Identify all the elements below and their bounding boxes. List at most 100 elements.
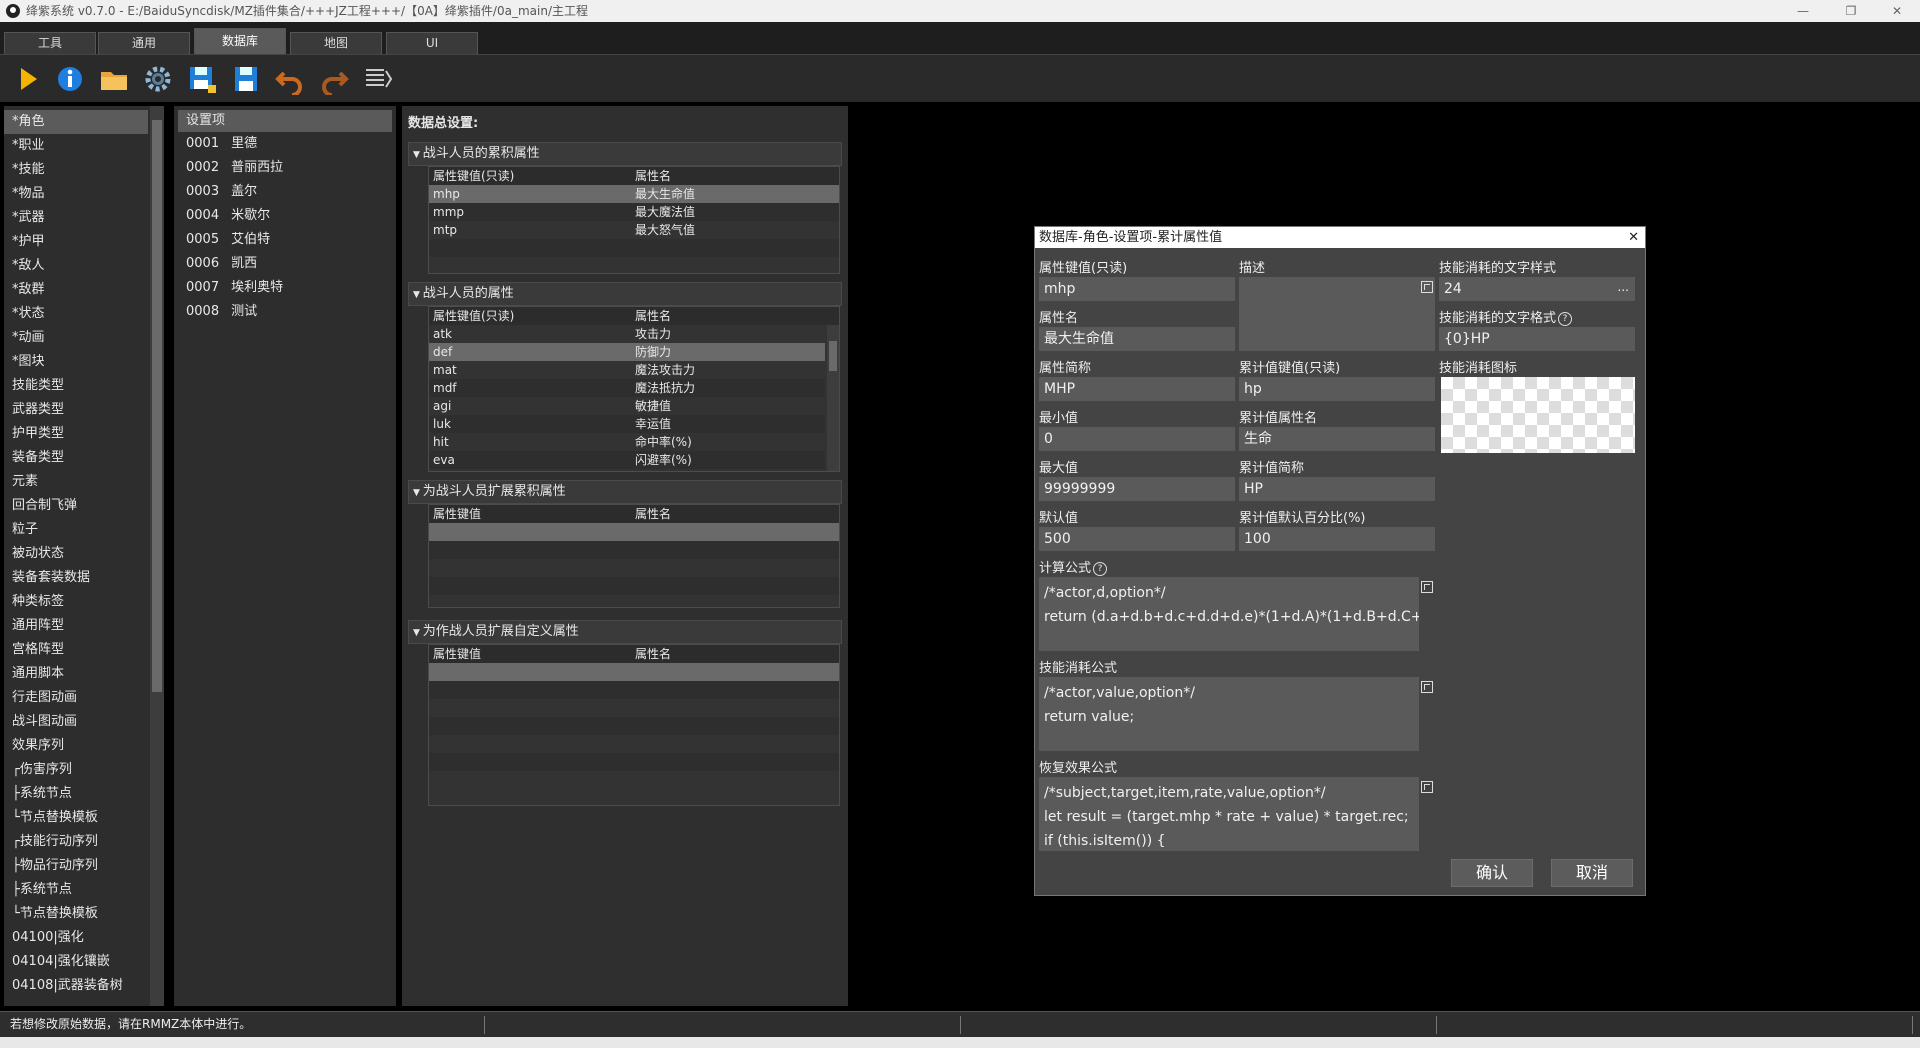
entry-item[interactable]: 0008 测试	[178, 300, 392, 324]
table-row[interactable]	[429, 523, 839, 541]
table-row[interactable]: mtp 最大怒气值	[429, 221, 839, 239]
dialog-close-icon[interactable]: ✕	[1628, 227, 1639, 248]
recover-formula-field[interactable]: /*subject,target,item,rate,value,option*…	[1039, 777, 1419, 851]
category-item[interactable]: 行走图动画	[4, 686, 148, 710]
collapse-arrow-icon[interactable]: ▼	[413, 290, 423, 300]
table-row[interactable]	[429, 699, 839, 717]
tab-tools[interactable]: 工具	[4, 32, 96, 54]
max-field[interactable]: 99999999	[1039, 477, 1235, 501]
category-item[interactable]: 技能类型	[4, 374, 148, 398]
tab-ui[interactable]: UI	[386, 32, 478, 54]
entry-item[interactable]: 0005 艾伯特	[178, 228, 392, 252]
section-header[interactable]: ▼ 为战斗人员扩展累积属性	[408, 480, 842, 504]
grid-column-name[interactable]: 属性名	[635, 505, 671, 523]
acc-abbr-field[interactable]: HP	[1239, 477, 1435, 501]
table-row[interactable]	[429, 559, 839, 577]
category-scroll-thumb[interactable]	[152, 120, 162, 692]
category-item[interactable]: ├系统节点	[4, 878, 148, 902]
table-row[interactable]: mdf 魔法抵抗力	[429, 379, 825, 397]
category-item[interactable]: 种类标签	[4, 590, 148, 614]
restore-button[interactable]: ❐	[1828, 0, 1874, 22]
table-row[interactable]	[429, 681, 839, 699]
table-row[interactable]	[429, 771, 839, 789]
icon-picker[interactable]	[1441, 377, 1635, 453]
entry-item[interactable]: 0001 里德	[178, 132, 392, 156]
section-header[interactable]: ▼ 为作战人员扩展自定义属性	[408, 620, 842, 644]
category-item[interactable]: *物品	[4, 182, 148, 206]
table-row[interactable]: atk 攻击力	[429, 325, 825, 343]
min-field[interactable]: 0	[1039, 427, 1235, 451]
table-row[interactable]	[429, 663, 839, 681]
table-row[interactable]	[429, 541, 839, 559]
cancel-button[interactable]: 取消	[1551, 859, 1633, 887]
default-field[interactable]: 500	[1039, 527, 1235, 551]
acc-pct-field[interactable]: 100	[1239, 527, 1435, 551]
cost-formula-field[interactable]: /*actor,value,option*/ return value;	[1039, 677, 1419, 751]
collapse-arrow-icon[interactable]: ▼	[413, 628, 423, 638]
redo-icon[interactable]	[318, 63, 350, 95]
grid-column-name[interactable]: 属性名	[635, 307, 671, 325]
category-item[interactable]: 战斗图动画	[4, 710, 148, 734]
entry-item[interactable]: 0002 普丽西拉	[178, 156, 392, 180]
table-row[interactable]: hit 命中率(%)	[429, 433, 825, 451]
grid-column-key[interactable]: 属性键值	[433, 505, 481, 523]
category-item[interactable]: 护甲类型	[4, 422, 148, 446]
category-item[interactable]: *护甲	[4, 230, 148, 254]
abbr-field[interactable]: MHP	[1039, 377, 1235, 401]
category-item[interactable]: └节点替换模板	[4, 806, 148, 830]
table-row[interactable]: def 防御力	[429, 343, 825, 361]
calc-expand-icon[interactable]	[1421, 581, 1433, 593]
section-header[interactable]: ▼ 战斗人员的属性	[408, 282, 842, 306]
category-item[interactable]: ├系统节点	[4, 782, 148, 806]
table-row[interactable]	[429, 735, 839, 753]
category-item[interactable]: 04108|武器装备树	[4, 974, 148, 998]
folder-icon[interactable]	[98, 63, 130, 95]
desc-expand-icon[interactable]	[1421, 281, 1433, 293]
category-item[interactable]: 装备套装数据	[4, 566, 148, 590]
save-all-icon[interactable]	[186, 63, 218, 95]
category-item[interactable]: 宫格阵型	[4, 638, 148, 662]
category-item[interactable]: 装备类型	[4, 446, 148, 470]
category-item[interactable]: *武器	[4, 206, 148, 230]
table-row[interactable]	[429, 239, 839, 257]
close-window-button[interactable]: ✕	[1874, 0, 1920, 22]
category-item[interactable]: ┌技能行动序列	[4, 830, 148, 854]
table-row[interactable]: agi 敏捷值	[429, 397, 825, 415]
entry-item[interactable]: 0003 盖尔	[178, 180, 392, 204]
category-item[interactable]: 被动状态	[4, 542, 148, 566]
category-item[interactable]: 通用阵型	[4, 614, 148, 638]
entry-item[interactable]: 0007 埃利奥特	[178, 276, 392, 300]
gear-icon[interactable]	[142, 63, 174, 95]
entry-item[interactable]: 0006 凯西	[178, 252, 392, 276]
table-row[interactable]	[429, 753, 839, 771]
desc-field[interactable]	[1239, 277, 1435, 351]
recover-expand-icon[interactable]	[1421, 781, 1433, 793]
category-item[interactable]: *角色	[4, 110, 148, 134]
category-item[interactable]: *职业	[4, 134, 148, 158]
name-field[interactable]: 最大生命值	[1039, 327, 1235, 351]
table-row[interactable]	[429, 717, 839, 735]
format-field[interactable]: {0}HP	[1439, 327, 1635, 351]
category-item[interactable]: ┌伤害序列	[4, 758, 148, 782]
tab-database[interactable]: 数据库	[194, 28, 286, 54]
category-item[interactable]: *动画	[4, 326, 148, 350]
info-icon[interactable]	[54, 63, 86, 95]
category-item[interactable]: 粒子	[4, 518, 148, 542]
minimize-button[interactable]: —	[1780, 0, 1826, 22]
collapse-arrow-icon[interactable]: ▼	[413, 150, 423, 160]
format-help-icon[interactable]: ?	[1558, 311, 1573, 326]
list-icon[interactable]	[362, 63, 394, 95]
table-row[interactable]: mat 魔法攻击力	[429, 361, 825, 379]
style-more-button[interactable]: ...	[1618, 277, 1629, 299]
category-item[interactable]: *状态	[4, 302, 148, 326]
save-icon[interactable]	[230, 63, 262, 95]
category-item[interactable]: 04100|强化	[4, 926, 148, 950]
category-item[interactable]: ├物品行动序列	[4, 854, 148, 878]
table-row[interactable]	[429, 577, 839, 595]
category-item[interactable]: *图块	[4, 350, 148, 374]
grid-column-name[interactable]: 属性名	[635, 645, 671, 663]
grid-column-key[interactable]: 属性键值(只读)	[433, 167, 514, 185]
grid-column-key[interactable]: 属性键值(只读)	[433, 307, 514, 325]
category-item[interactable]: 元素	[4, 470, 148, 494]
collapse-arrow-icon[interactable]: ▼	[413, 488, 423, 498]
